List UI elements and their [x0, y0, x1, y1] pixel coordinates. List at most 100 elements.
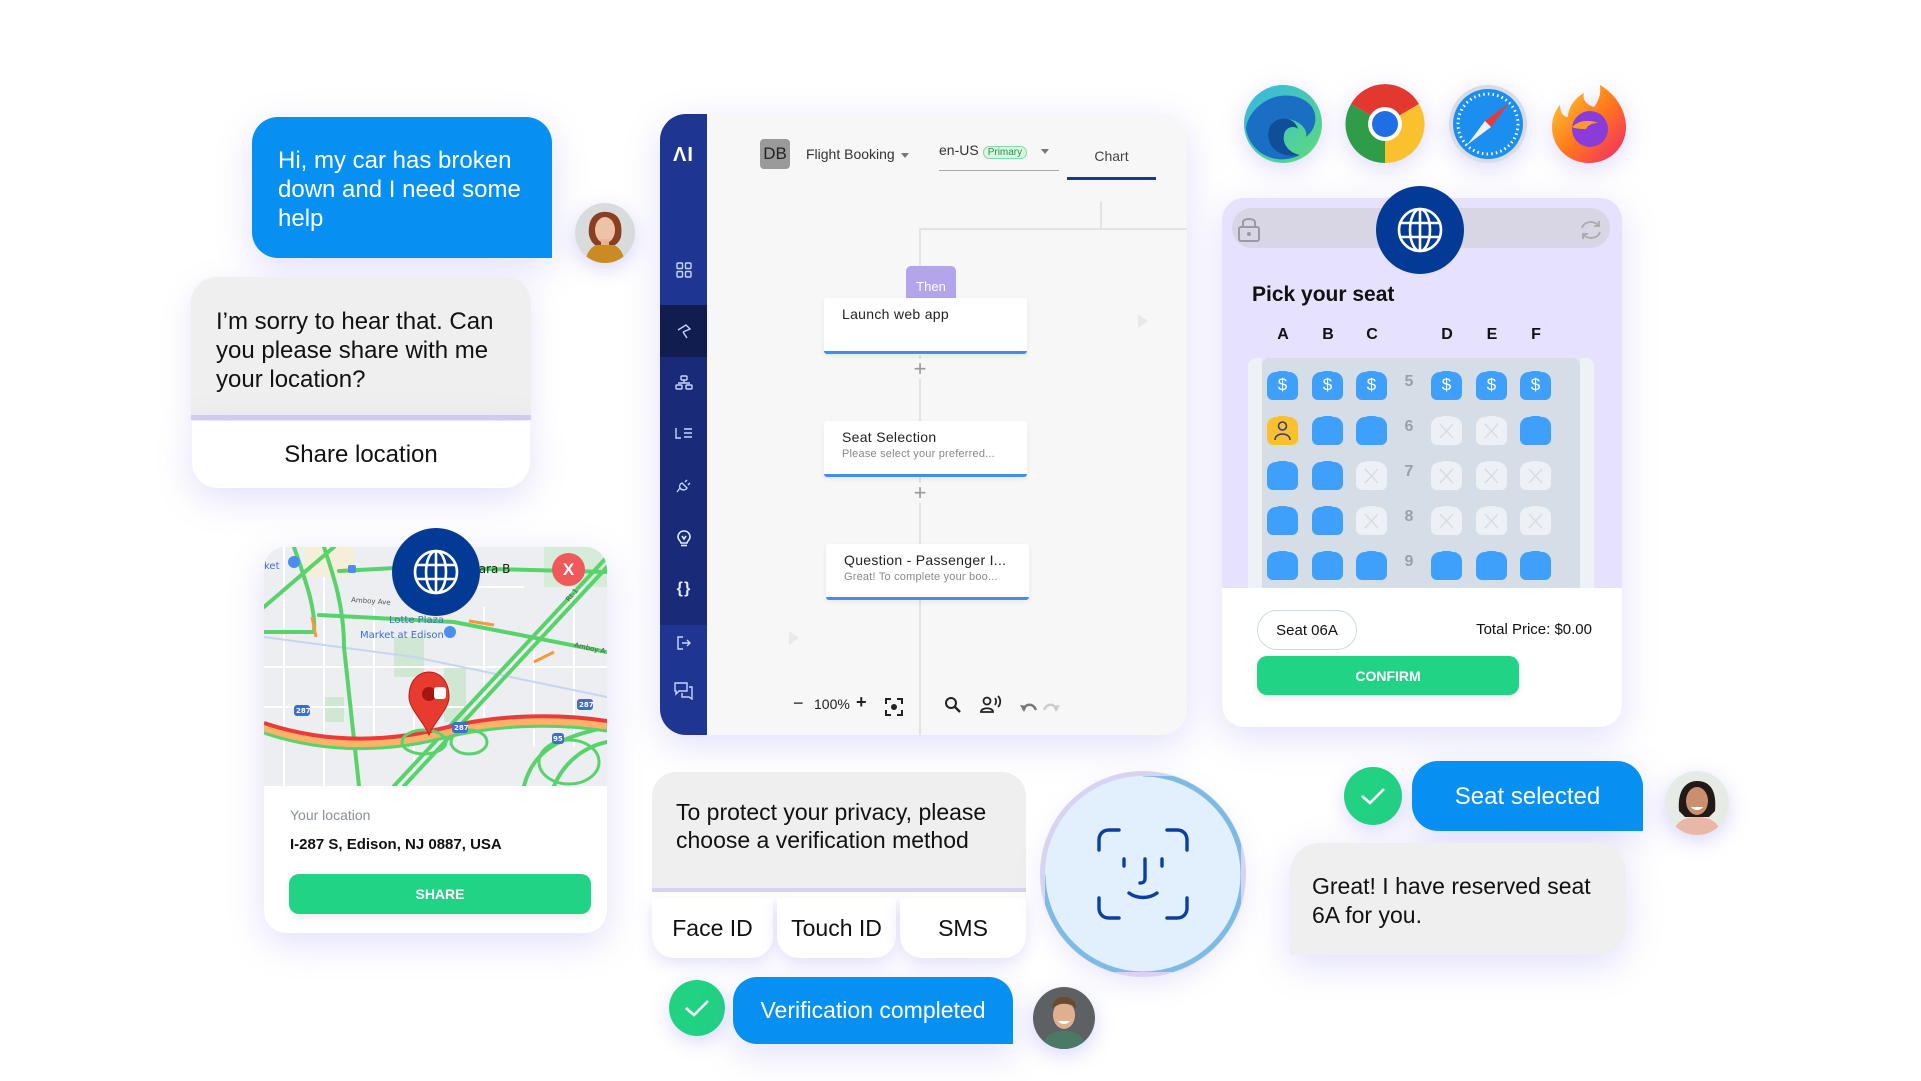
zoom-in-button[interactable]: +	[856, 692, 867, 713]
seat-8b[interactable]	[1312, 506, 1343, 535]
sidebar-item-grid[interactable]	[660, 262, 707, 278]
globe-icon	[413, 549, 459, 595]
confirm-button[interactable]: CONFIRM	[1257, 656, 1519, 695]
sidebar-item-plug[interactable]	[660, 478, 707, 494]
user-message-bubble: Hi, my car has broken down and I need so…	[252, 117, 552, 258]
share-location-label: Share location	[284, 440, 438, 468]
seat-6d	[1431, 416, 1462, 445]
location-label: Your location	[290, 807, 371, 823]
node-title: Launch web app	[842, 306, 949, 322]
unavailable-x-icon	[1484, 513, 1499, 529]
seat-9c[interactable]	[1356, 551, 1387, 580]
flow-builder-window: ΛI { } DB Flight Booking en-US Primary Ch…	[660, 114, 1187, 735]
tab-chart[interactable]: Chart	[1067, 134, 1156, 180]
seat-5d[interactable]: $	[1431, 371, 1462, 400]
pin-tool-icon	[677, 324, 691, 339]
seat-9b[interactable]	[1312, 551, 1343, 580]
sidebar-item-code[interactable]: { }	[660, 580, 707, 598]
seat-7a[interactable]	[1267, 461, 1298, 490]
fit-view-button[interactable]	[885, 698, 903, 721]
code-braces-icon: { }	[676, 580, 691, 597]
seat-9a[interactable]	[1267, 551, 1298, 580]
dollar-icon: $	[1277, 375, 1288, 394]
verification-completed-bubble: Verification completed	[733, 977, 1013, 1044]
locale-selector[interactable]: en-US Primary	[939, 138, 1059, 171]
share-button-label: SHARE	[415, 886, 465, 902]
selected-seat-pill: Seat 06A	[1257, 610, 1357, 650]
flow-node-question[interactable]: Question - Passenger I... Great! To comp…	[826, 544, 1029, 600]
seat-5c[interactable]: $	[1356, 371, 1387, 400]
location-address: I-287 S, Edison, NJ 0887, USA	[290, 836, 502, 853]
browser-safari	[1447, 83, 1529, 165]
seat-6b[interactable]	[1312, 416, 1343, 445]
svg-text:287: 287	[454, 724, 469, 732]
map-label-left: ket	[264, 561, 280, 572]
seat-5a[interactable]: $	[1267, 371, 1298, 400]
option-sms[interactable]: SMS	[900, 898, 1026, 958]
voice-button[interactable]	[980, 695, 1002, 718]
seat-6a[interactable]	[1267, 416, 1298, 445]
option-label: Face ID	[672, 914, 753, 941]
focus-icon	[885, 698, 903, 716]
sidebar-item-hierarchy[interactable]	[660, 375, 707, 391]
add-step-button[interactable]: +	[910, 358, 930, 380]
sidebar-item-exit[interactable]	[660, 635, 707, 651]
svg-text:95: 95	[553, 735, 563, 743]
seat-check-badge	[1344, 767, 1402, 825]
collapse-arrow-icon[interactable]	[789, 631, 799, 645]
add-step-button[interactable]: +	[910, 482, 930, 504]
flow-node-launch[interactable]: Launch web app	[824, 298, 1027, 354]
sidebar-item-chat[interactable]	[660, 682, 707, 700]
undo-button[interactable]	[1020, 700, 1038, 718]
share-location-button[interactable]: Share location	[192, 421, 530, 488]
dollar-icon: $	[1486, 375, 1497, 394]
chevron-down-icon	[900, 152, 909, 158]
option-touch-id[interactable]: Touch ID	[777, 898, 896, 958]
node-title: Seat Selection	[842, 429, 937, 445]
sidebar-item-pin-tool[interactable]	[660, 323, 707, 339]
collapse-arrow-icon[interactable]	[1138, 314, 1148, 328]
seat-9d[interactable]	[1431, 551, 1462, 580]
verification-question: To protect your privacy, please choose a…	[652, 772, 1026, 888]
row-number: 7	[1404, 463, 1414, 480]
share-button[interactable]: SHARE	[289, 874, 591, 914]
option-face-id[interactable]: Face ID	[652, 898, 773, 958]
hierarchy-icon	[674, 375, 693, 390]
person-icon	[1274, 421, 1291, 441]
checkmark-icon	[1361, 788, 1385, 805]
seat-5f[interactable]: $	[1520, 371, 1551, 400]
project-selector[interactable]: Flight Booking	[806, 146, 909, 162]
seat-6f[interactable]	[1520, 416, 1551, 445]
search-button[interactable]	[944, 696, 962, 719]
map-label-poi-1: Lotte Plaza	[389, 615, 444, 626]
checkmark-icon	[685, 1000, 709, 1017]
seat-8c	[1356, 506, 1387, 535]
sidebar-item-list[interactable]	[660, 427, 707, 439]
node-title: Question - Passenger I...	[844, 552, 1007, 568]
seat-6c[interactable]	[1356, 416, 1387, 445]
seat-7b[interactable]	[1312, 461, 1343, 490]
seat-8a[interactable]	[1267, 506, 1298, 535]
seat-8d	[1431, 506, 1462, 535]
seat-summary-panel: Seat 06A Total Price: $0.00 CONFIRM	[1222, 588, 1622, 727]
plug-icon	[675, 479, 690, 493]
face-id-scanner	[1045, 776, 1241, 972]
seat-globe-badge	[1376, 186, 1464, 274]
close-icon: X	[562, 559, 575, 579]
project-avatar[interactable]: DB	[760, 139, 790, 169]
option-label: SMS	[938, 914, 988, 941]
edge-icon	[1244, 85, 1322, 163]
connector	[1100, 202, 1102, 228]
dollar-icon: $	[1530, 375, 1541, 394]
zoom-out-button[interactable]: −	[793, 693, 804, 714]
seat-9f[interactable]	[1520, 551, 1551, 580]
sidebar-item-lightbulb[interactable]	[660, 530, 707, 548]
close-map-button[interactable]: X	[552, 553, 585, 586]
redo-button[interactable]	[1042, 700, 1060, 718]
connector	[919, 228, 1187, 230]
unavailable-x-icon	[1484, 468, 1499, 484]
seat-5e[interactable]: $	[1476, 371, 1507, 400]
seat-9e[interactable]	[1476, 551, 1507, 580]
seat-5b[interactable]: $	[1312, 371, 1343, 400]
flow-node-seat-selection[interactable]: Seat Selection Please select your prefer…	[824, 421, 1027, 477]
